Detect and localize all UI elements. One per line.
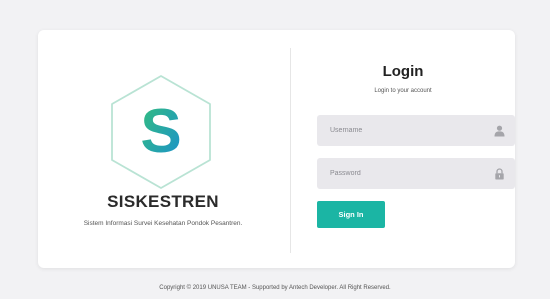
brand-name: SISKESTREN	[107, 192, 219, 211]
login-title: Login	[382, 63, 424, 80]
username-field	[317, 115, 515, 146]
siskestren-logo: S	[111, 75, 211, 189]
brand-subtitle: Sistem Informasi Survei Kesehatan Pondok…	[83, 220, 243, 227]
password-input[interactable]	[317, 158, 515, 189]
sign-in-button[interactable]: Sign In	[317, 201, 385, 228]
footer-copyright: Copyright © 2019 UNUSA TEAM - Supported …	[159, 285, 391, 291]
login-subtitle: Login to your account	[374, 88, 432, 94]
login-card: S SISKESTREN Sistem Informasi Survei Kes…	[38, 30, 515, 268]
user-icon	[494, 125, 505, 137]
username-input[interactable]	[317, 115, 515, 146]
brand-panel: S SISKESTREN Sistem Informasi Survei Kes…	[38, 30, 290, 268]
password-field	[317, 158, 515, 189]
logo-letter: S	[140, 97, 181, 166]
lock-icon	[495, 168, 504, 180]
login-panel: Login Login to your account Sign In	[291, 30, 515, 268]
